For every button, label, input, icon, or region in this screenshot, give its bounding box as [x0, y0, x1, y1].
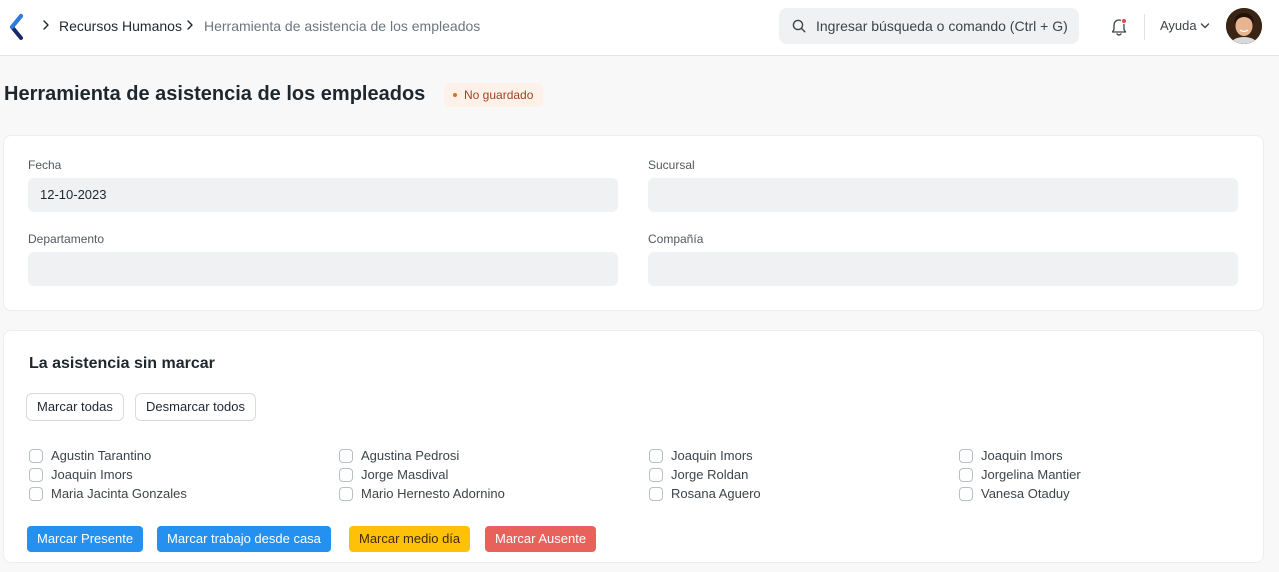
status-badge: No guardado [444, 83, 544, 107]
checkbox[interactable] [29, 487, 43, 501]
employee-name: Maria Jacinta Gonzales [51, 486, 187, 501]
mark-work-from-home-button[interactable]: Marcar trabajo desde casa [157, 526, 331, 552]
help-menu[interactable]: Ayuda [1160, 19, 1197, 33]
breadcrumb-separator-icon [187, 20, 193, 30]
employee-name: Joaquin Imors [671, 448, 753, 463]
navbar: Recursos Humanos Herramienta de asistenc… [0, 0, 1279, 56]
section-title: La asistencia sin marcar [29, 355, 215, 372]
breadcrumb-module[interactable]: Recursos Humanos [59, 17, 182, 35]
employee-name: Joaquin Imors [51, 467, 133, 482]
filters-card: Fecha 12-10-2023 Sucursal Departamento C… [3, 135, 1264, 311]
employee-name: Jorge Masdival [361, 467, 449, 482]
navbar-divider [1144, 14, 1145, 40]
employee-name: Rosana Aguero [671, 486, 761, 501]
chevron-down-icon[interactable] [1200, 22, 1210, 30]
checkbox[interactable] [959, 468, 973, 482]
checkbox[interactable] [339, 487, 353, 501]
checkbox[interactable] [649, 468, 663, 482]
checkbox[interactable] [959, 449, 973, 463]
employee-name: Vanesa Otaduy [981, 486, 1070, 501]
checkbox[interactable] [959, 487, 973, 501]
search-placeholder: Ingresar búsqueda o comando (Ctrl + G) [816, 18, 1068, 34]
departamento-field[interactable] [28, 252, 618, 286]
employee-name: Mario Hernesto Adornino [361, 486, 505, 501]
compania-field[interactable] [648, 252, 1238, 286]
employee-name: Joaquin Imors [981, 448, 1063, 463]
compania-label: Compañía [648, 232, 704, 246]
sucursal-label: Sucursal [648, 158, 695, 172]
employee-name: Jorge Roldan [671, 467, 749, 482]
search-icon [792, 19, 806, 33]
breadcrumb-separator-icon [43, 20, 49, 30]
departamento-label: Departamento [28, 232, 105, 246]
checkbox[interactable] [339, 468, 353, 482]
checkbox[interactable] [649, 449, 663, 463]
bell-icon[interactable] [1110, 17, 1128, 37]
sucursal-field[interactable] [648, 178, 1238, 212]
unmark-all-button[interactable]: Desmarcar todos [135, 393, 256, 421]
mark-present-button[interactable]: Marcar Presente [27, 526, 144, 552]
fecha-label: Fecha [28, 158, 62, 172]
notification-dot [1120, 17, 1128, 25]
employee-name: Jorgelina Mantier [981, 467, 1081, 482]
employee-name: Agustina Pedrosi [361, 448, 460, 463]
checkbox[interactable] [29, 468, 43, 482]
mark-half-day-button[interactable]: Marcar medio día [349, 526, 471, 552]
user-avatar-image [1226, 8, 1262, 44]
breadcrumb-current[interactable]: Herramienta de asistencia de los emplead… [204, 17, 480, 35]
checkbox[interactable] [649, 487, 663, 501]
avatar[interactable] [1226, 8, 1262, 44]
back-chevron-icon[interactable] [8, 13, 24, 41]
mark-absent-button[interactable]: Marcar Ausente [485, 526, 597, 552]
search-bar[interactable]: Ingresar búsqueda o comando (Ctrl + G) [779, 8, 1079, 44]
attendance-card: La asistencia sin marcar Marcar todas De… [3, 330, 1264, 563]
checkbox[interactable] [339, 449, 353, 463]
checkbox[interactable] [29, 449, 43, 463]
fecha-field[interactable]: 12-10-2023 [28, 178, 618, 212]
mark-all-button[interactable]: Marcar todas [26, 393, 124, 421]
employee-name: Agustin Tarantino [51, 448, 152, 463]
page-title: Herramienta de asistencia de los emplead… [4, 83, 426, 105]
